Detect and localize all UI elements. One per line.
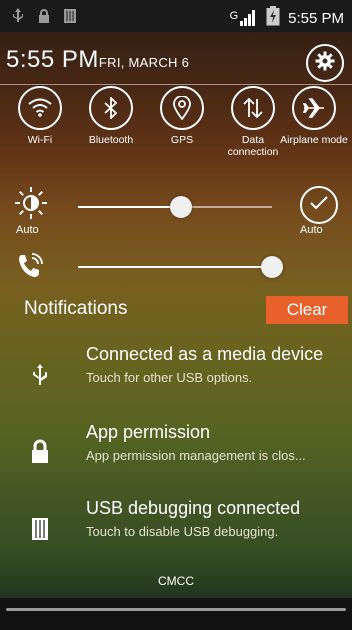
- brightness-icon: [14, 186, 48, 225]
- toggle-airplane-mode[interactable]: Airplane mode: [279, 86, 349, 146]
- phone-ring-icon: [16, 252, 44, 285]
- notifications-title: Notifications: [24, 298, 128, 319]
- toggle-bluetooth[interactable]: Bluetooth: [76, 86, 146, 146]
- toggle-gps-label: GPS: [170, 134, 194, 146]
- bluetooth-icon: [89, 86, 133, 130]
- network-type-label: G: [229, 10, 239, 22]
- header-clock: 5:55 PMFRI, MARCH 6: [6, 46, 189, 74]
- header-date: FRI, MARCH 6: [98, 55, 190, 70]
- volume-row: [0, 246, 352, 286]
- notification-subtitle: Touch to disable USB debugging.: [86, 524, 279, 539]
- notification-item[interactable]: USB debugging connected Touch to disable…: [0, 498, 352, 558]
- shade-handle-area[interactable]: [0, 598, 352, 630]
- notification-item[interactable]: App permission App permission management…: [0, 422, 352, 482]
- brightness-slider-knob[interactable]: [169, 196, 192, 218]
- notification-subtitle: App permission management is clos...: [86, 448, 306, 463]
- header-divider: [0, 84, 352, 85]
- settings-button[interactable]: [306, 44, 344, 82]
- usb-status-icon: [12, 8, 24, 24]
- lock-icon: [26, 438, 54, 466]
- brightness-row: Auto Auto: [0, 180, 352, 240]
- clear-button[interactable]: Clear: [266, 296, 348, 324]
- shade-drag-handle[interactable]: [6, 608, 346, 611]
- wifi-icon: [18, 86, 62, 130]
- gps-icon: [160, 86, 204, 130]
- status-time: 5:55 PM: [288, 9, 344, 27]
- toggle-wifi-label: Wi-Fi: [27, 134, 53, 146]
- auto-brightness-toggle[interactable]: [300, 186, 338, 224]
- gear-icon: [315, 51, 335, 76]
- toggle-bluetooth-label: Bluetooth: [88, 134, 134, 146]
- notification-subtitle: Touch for other USB options.: [86, 370, 253, 385]
- notification-title: USB debugging connected: [86, 498, 301, 518]
- volume-slider-knob[interactable]: [261, 256, 283, 278]
- toggle-airplane-mode-label: Airplane mode: [280, 134, 348, 146]
- brightness-slider[interactable]: [78, 196, 272, 218]
- status-bar: G 5:55 PM: [0, 0, 352, 32]
- notification-title: App permission: [86, 422, 211, 442]
- carrier-label: CMCC: [158, 574, 194, 588]
- volume-slider[interactable]: [78, 256, 283, 278]
- header-ampm: PM: [61, 46, 99, 73]
- battery-icon: [266, 6, 280, 30]
- notification-title: Connected as a media device: [86, 344, 324, 364]
- toggle-gps[interactable]: GPS: [147, 86, 217, 146]
- signal-icon: G: [230, 10, 259, 26]
- toggle-data-connection-label: Data connection: [227, 134, 279, 158]
- notification-item[interactable]: Connected as a media device Touch for ot…: [0, 344, 352, 404]
- check-icon: [309, 195, 329, 216]
- usb-debug-icon: [26, 514, 54, 542]
- data-connection-icon: [231, 86, 275, 130]
- notifications-header: Notifications Clear: [0, 296, 352, 326]
- toggle-wifi[interactable]: Wi-Fi: [5, 86, 75, 146]
- lock-status-icon: [38, 9, 50, 23]
- usb-icon: [26, 360, 54, 388]
- brightness-slider-fill: [78, 206, 181, 208]
- toggle-data-connection[interactable]: Data connection: [218, 86, 288, 158]
- debug-status-icon: [64, 9, 76, 23]
- header-time: 5:55: [6, 46, 55, 73]
- brightness-auto-label-left: Auto: [16, 224, 39, 236]
- volume-slider-fill: [78, 266, 272, 268]
- airplane-icon: [292, 86, 336, 130]
- brightness-auto-label-right: Auto: [300, 224, 323, 236]
